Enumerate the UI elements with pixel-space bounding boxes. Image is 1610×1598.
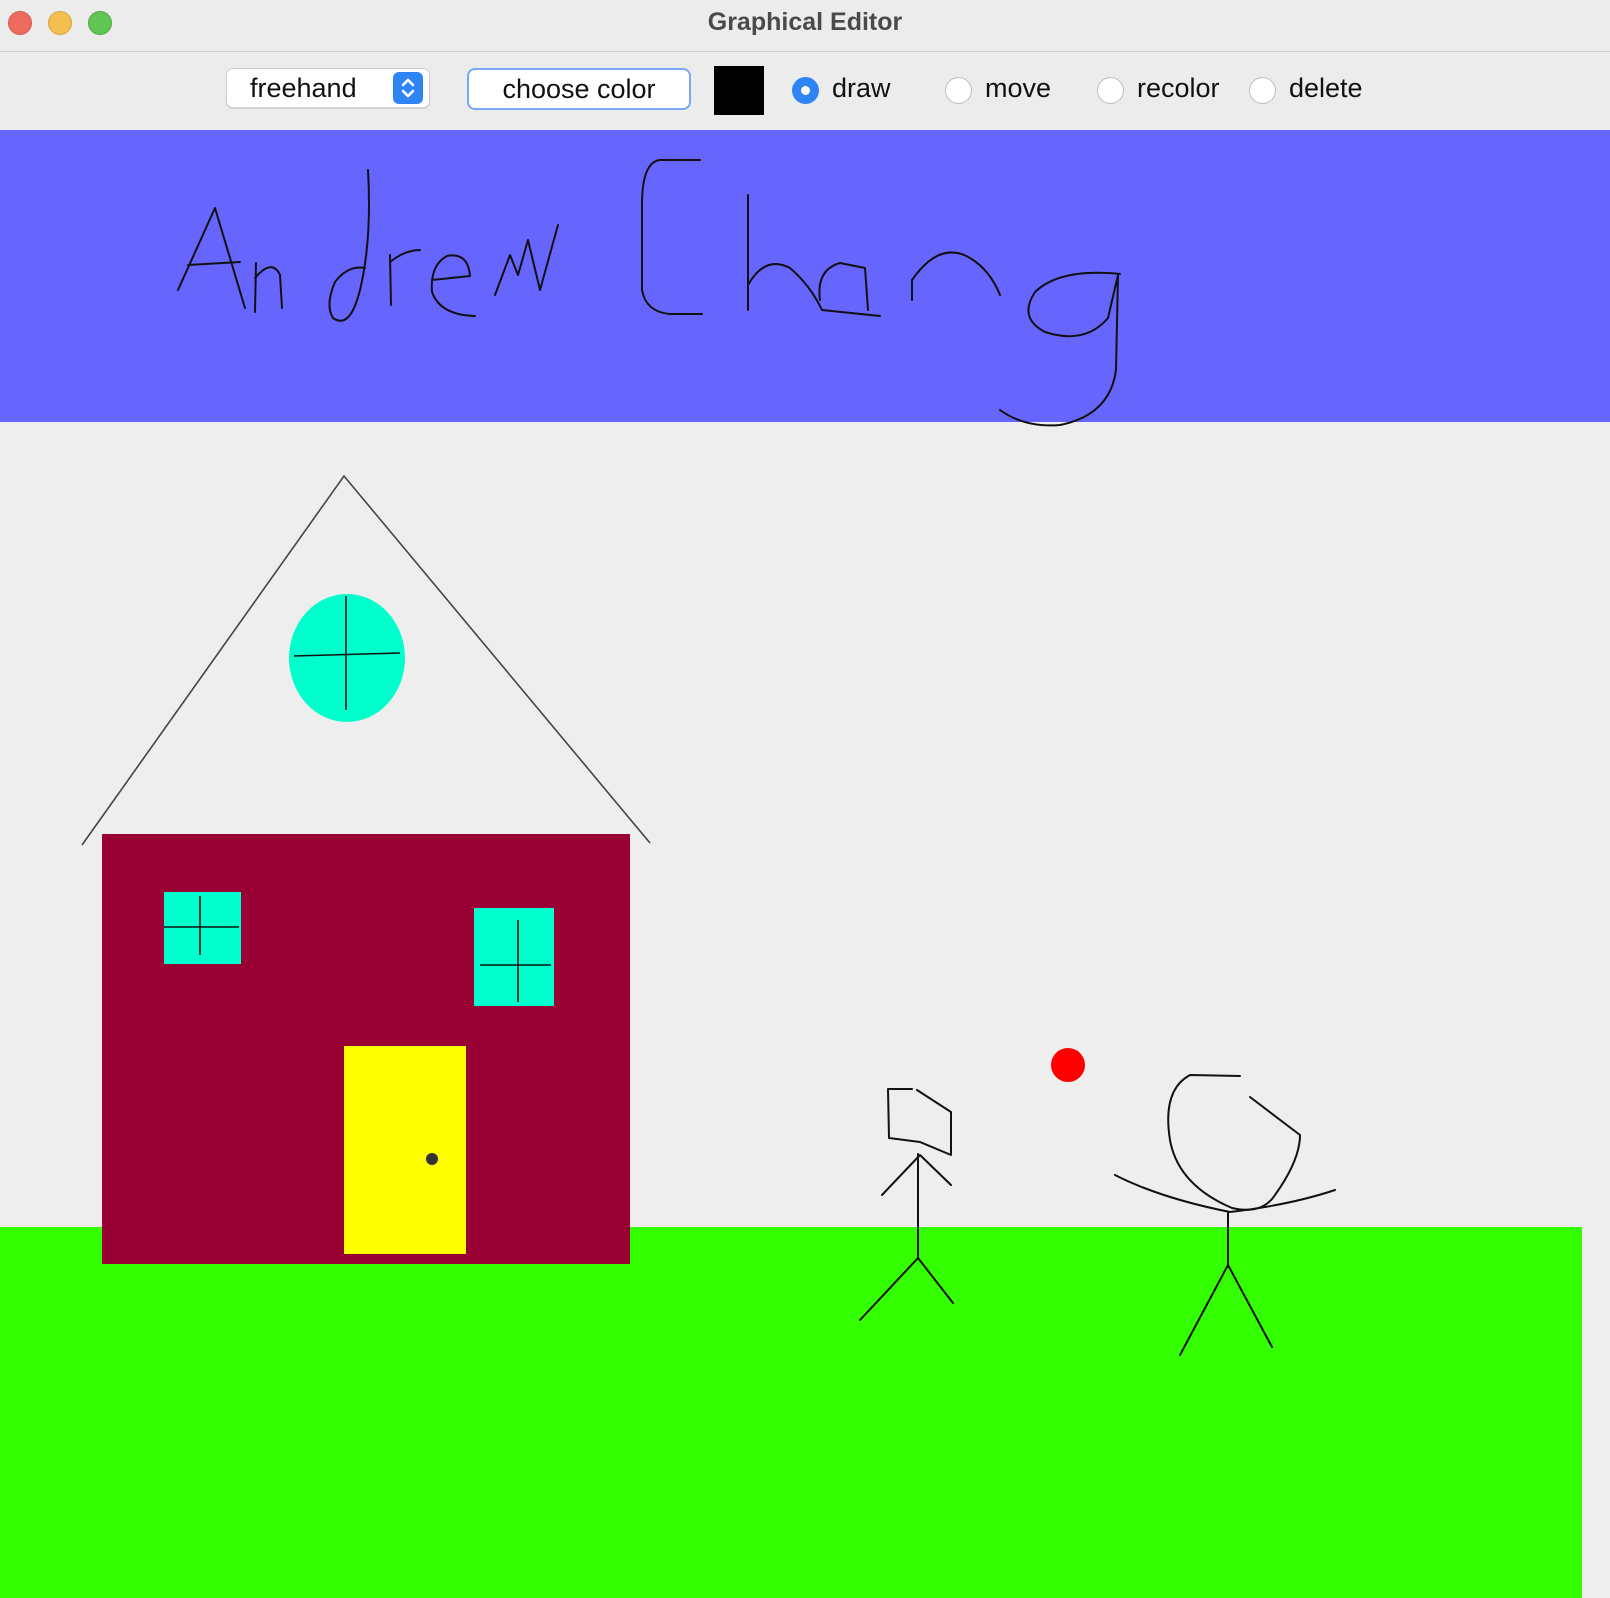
title-bar: Graphical Editor <box>0 0 1610 52</box>
radio-unselected-icon <box>1097 77 1124 104</box>
updown-chevron-icon <box>393 72 423 104</box>
right-window[interactable] <box>474 908 554 1006</box>
mode-recolor-label: recolor <box>1137 73 1220 103</box>
radio-unselected-icon <box>945 77 972 104</box>
grass[interactable] <box>0 1227 1582 1598</box>
toolbar: freehand choose color draw move recolor <box>0 52 1610 130</box>
choose-color-button[interactable]: choose color <box>467 68 691 110</box>
house-door[interactable] <box>344 1046 466 1254</box>
app-window: Graphical Editor freehand choose color d… <box>0 0 1610 1598</box>
sky-banner[interactable] <box>0 130 1610 422</box>
mode-delete-label: delete <box>1289 73 1363 103</box>
door-knob[interactable] <box>426 1153 438 1165</box>
window-title: Graphical Editor <box>707 8 903 36</box>
round-window[interactable] <box>289 594 405 722</box>
choose-color-label: choose color <box>502 74 656 104</box>
shape-type-select[interactable]: freehand <box>226 68 430 108</box>
mode-move-label: move <box>985 73 1052 103</box>
drawing-canvas[interactable] <box>0 130 1610 1598</box>
mode-draw-label: draw <box>832 73 891 103</box>
left-window[interactable] <box>164 892 241 964</box>
radio-selected-icon <box>792 77 819 104</box>
radio-unselected-icon <box>1249 77 1276 104</box>
shape-type-value: freehand <box>250 73 357 103</box>
red-ball[interactable] <box>1051 1048 1085 1082</box>
current-color-swatch <box>714 66 764 115</box>
